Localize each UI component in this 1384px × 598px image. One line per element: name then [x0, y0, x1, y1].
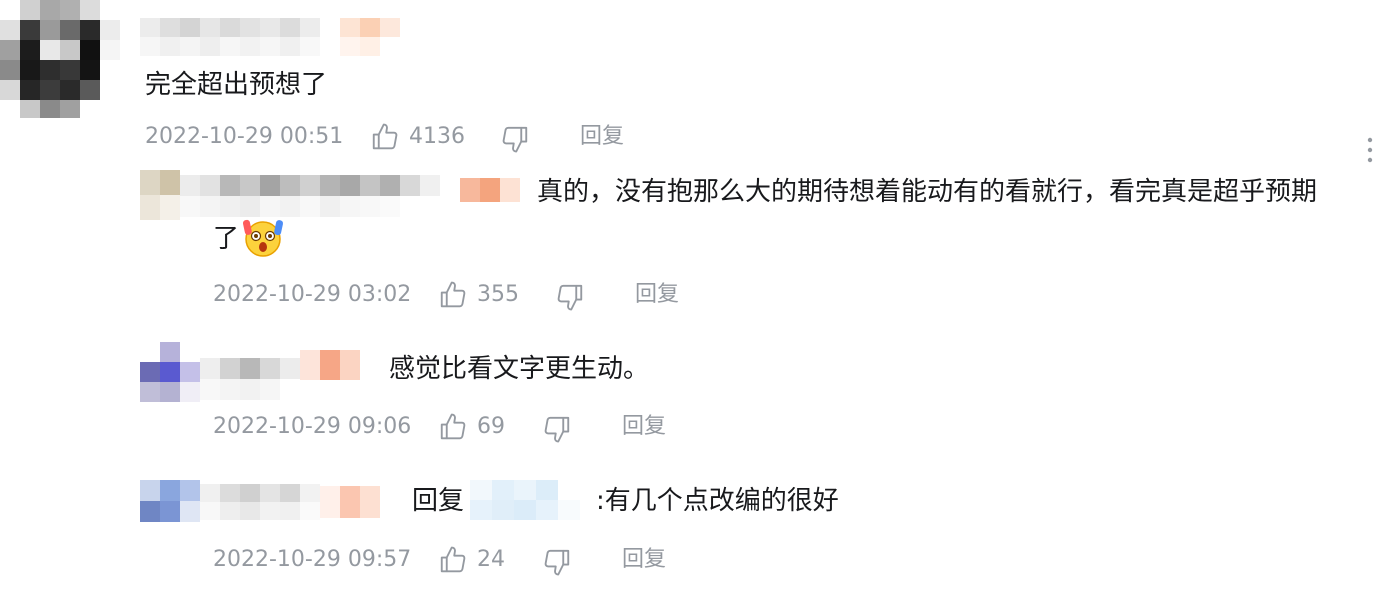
thumbs-down-icon[interactable] [555, 282, 585, 312]
comment-time: 2022-10-29 00:51 [145, 124, 344, 149]
reply-avatar[interactable] [140, 170, 180, 220]
reply-username[interactable] [200, 484, 320, 520]
username[interactable] [140, 18, 320, 56]
like-count: 4136 [409, 124, 465, 149]
mentioned-username[interactable] [470, 480, 580, 520]
thumbs-up-icon[interactable] [438, 545, 468, 575]
reply-text: 真的，没有抱那么大的期待想着能动有的看就行，看完真是超乎预期 [537, 177, 1318, 207]
reply-button[interactable]: 回复 [622, 545, 666, 575]
reply-time: 2022-10-29 03:02 [213, 282, 412, 307]
reply-level-badge [460, 178, 520, 202]
reply-username[interactable] [180, 175, 440, 217]
reply-button[interactable]: 回复 [635, 280, 679, 310]
more-vertical-icon[interactable] [1364, 136, 1376, 166]
like-count: 355 [477, 282, 519, 307]
like-count: 24 [477, 547, 505, 572]
reply-avatar[interactable] [140, 342, 200, 402]
reply-time: 2022-10-29 09:06 [213, 414, 412, 439]
thumbs-up-icon[interactable] [370, 122, 400, 152]
reply-prefix: 回复 [412, 486, 465, 516]
reply-time: 2022-10-29 09:57 [213, 547, 412, 572]
like-count: 69 [477, 414, 505, 439]
surprised-face-emoji [241, 218, 285, 258]
comment-text: 完全超出预想了 [145, 70, 328, 100]
reply-username[interactable] [200, 358, 300, 400]
avatar[interactable] [0, 0, 120, 118]
reply-text: :有几个点改编的很好 [596, 486, 839, 516]
reply-text: 感觉比看文字更生动。 [389, 354, 650, 384]
reply-level-badge [300, 350, 360, 380]
reply-level-badge [320, 486, 380, 518]
reply-text-continued: 了 [213, 224, 240, 254]
reply-button[interactable]: 回复 [580, 122, 624, 152]
reply-button[interactable]: 回复 [622, 412, 666, 442]
thumbs-up-icon[interactable] [438, 412, 468, 442]
reply-avatar[interactable] [140, 480, 200, 522]
thumbs-down-icon[interactable] [542, 414, 572, 444]
thumbs-down-icon[interactable] [500, 124, 530, 154]
thumbs-up-icon[interactable] [438, 280, 468, 310]
thumbs-down-icon[interactable] [542, 547, 572, 577]
user-level-badge [340, 18, 400, 56]
